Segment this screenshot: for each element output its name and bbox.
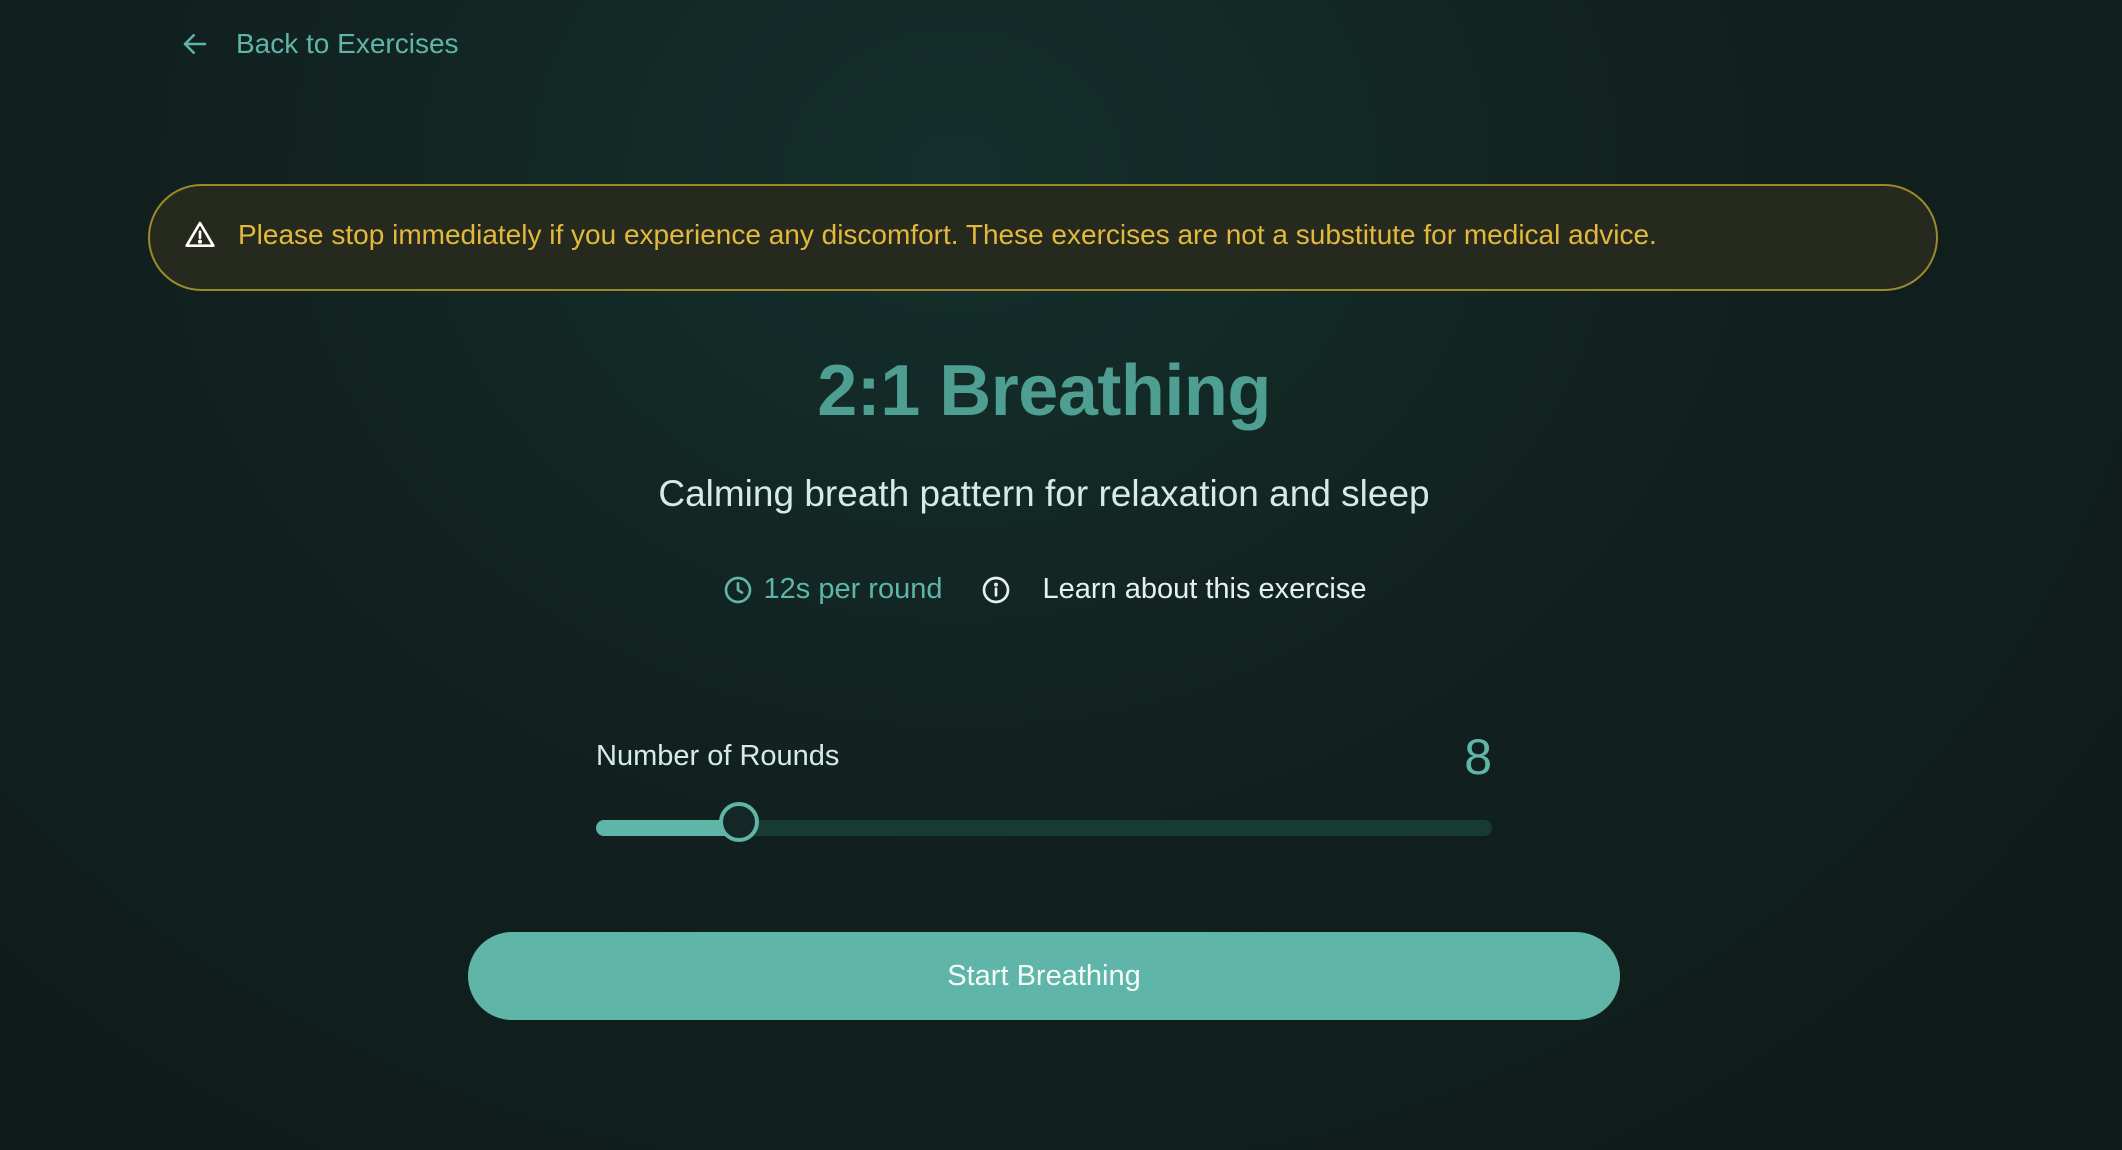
rounds-slider-thumb[interactable]	[719, 802, 760, 842]
exercise-subtitle: Calming breath pattern for relaxation an…	[658, 473, 1430, 514]
start-breathing-button[interactable]: Start Breathing	[468, 932, 1620, 1020]
duration-info: 12s per round	[722, 573, 943, 606]
arrow-left-icon	[180, 29, 210, 59]
rounds-value: 8	[1464, 729, 1492, 785]
rounds-slider[interactable]	[596, 802, 1492, 842]
back-to-exercises-link[interactable]: Back to Exercises	[180, 28, 459, 60]
warning-triangle-icon	[184, 219, 216, 251]
info-icon	[980, 574, 1012, 606]
learn-about-exercise-link[interactable]: Learn about this exercise	[980, 573, 1367, 606]
exercise-meta: 12s per round Learn about this exercise	[0, 573, 2088, 606]
rounds-slider-fill	[596, 820, 740, 836]
learn-label: Learn about this exercise	[1042, 573, 1367, 605]
warning-text: Please stop immediately if you experienc…	[238, 218, 1657, 250]
safety-warning-banner: Please stop immediately if you experienc…	[148, 184, 1938, 291]
exercise-title: 2:1 Breathing	[817, 351, 1271, 431]
back-link-label: Back to Exercises	[236, 28, 459, 59]
clock-icon	[722, 574, 754, 606]
rounds-label: Number of Rounds	[596, 740, 840, 772]
duration-text: 12s per round	[763, 573, 943, 605]
